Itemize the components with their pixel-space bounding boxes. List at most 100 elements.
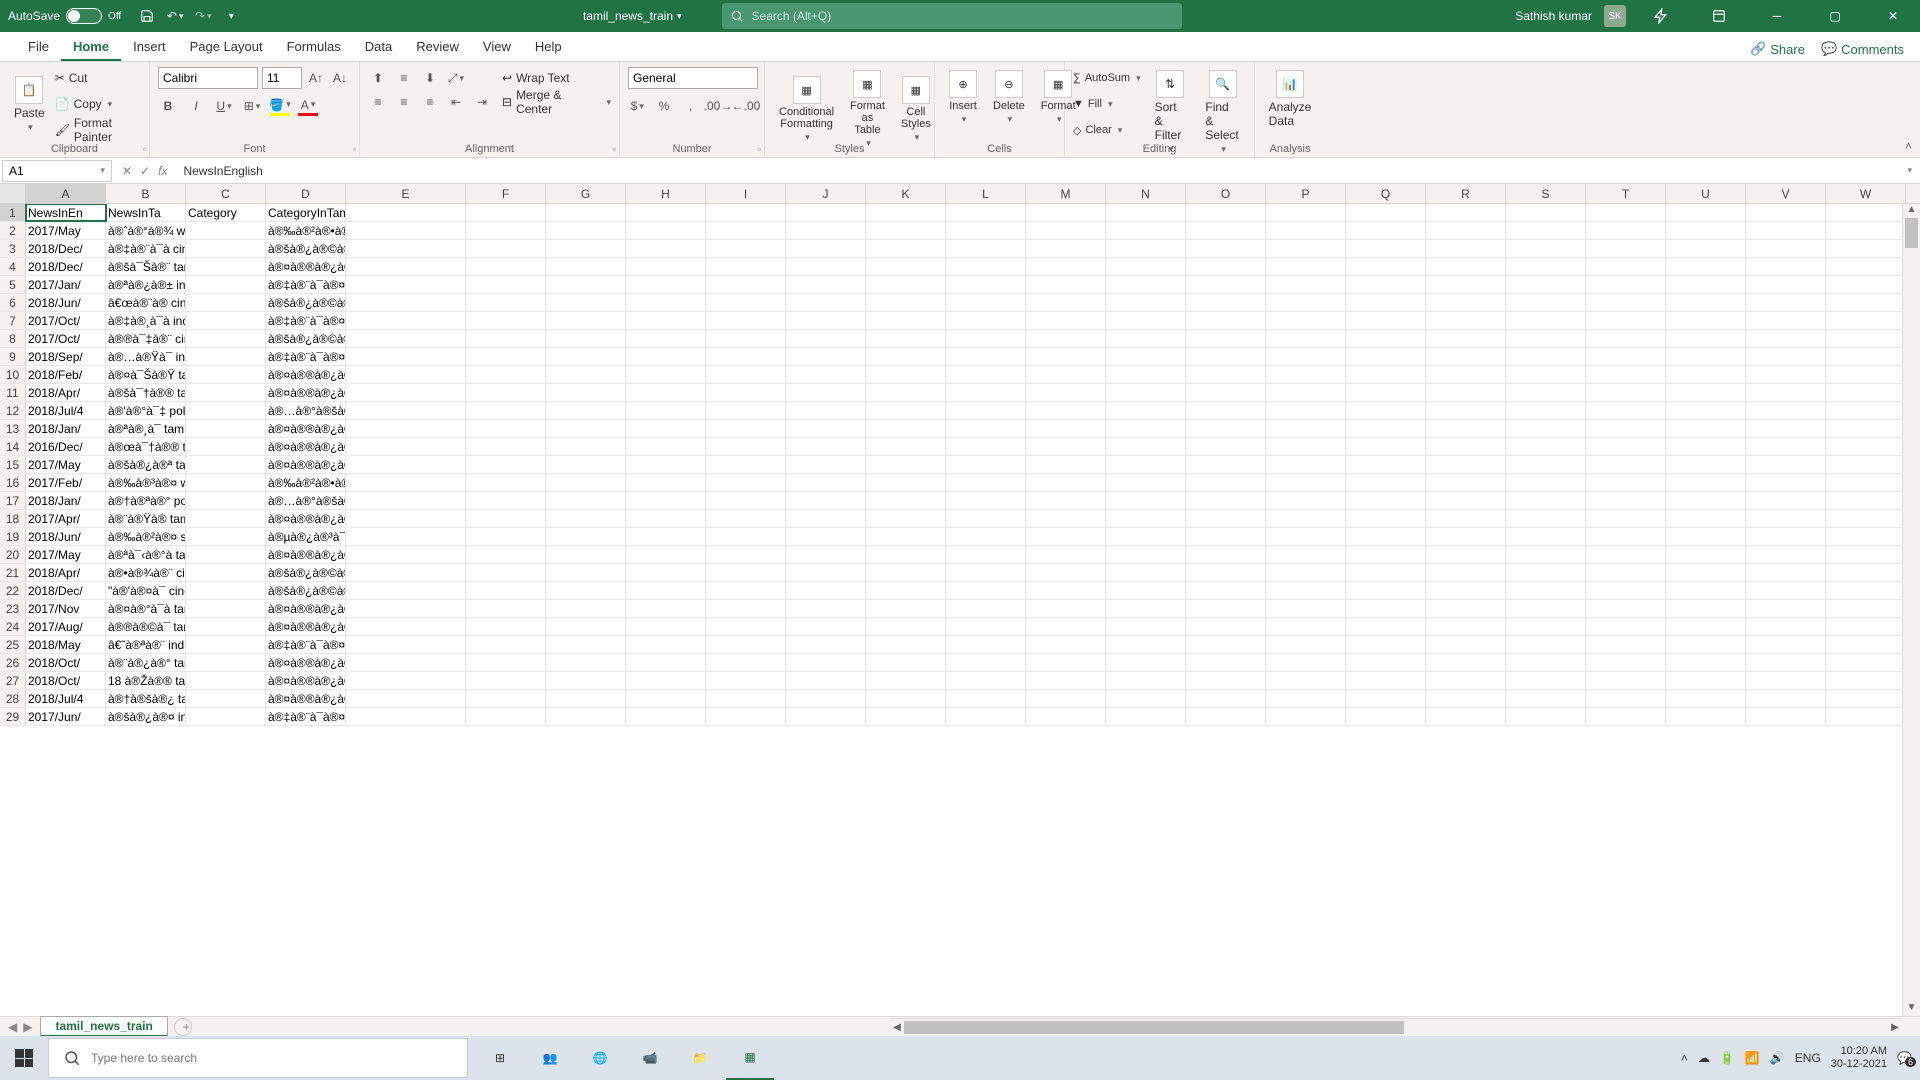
cell[interactable] — [1346, 294, 1426, 311]
cell[interactable] — [706, 546, 786, 563]
cell[interactable] — [186, 546, 266, 563]
cell[interactable] — [1666, 474, 1746, 491]
cell[interactable] — [1826, 204, 1906, 221]
enter-formula-icon[interactable]: ✓ — [140, 164, 150, 178]
row-header[interactable]: 3 — [0, 240, 26, 257]
cell[interactable] — [186, 276, 266, 293]
cell[interactable]: 2017/Apr/ — [26, 510, 106, 527]
column-header[interactable]: B — [106, 184, 186, 203]
cell[interactable] — [1266, 636, 1346, 653]
cell[interactable] — [186, 456, 266, 473]
cell[interactable] — [706, 582, 786, 599]
cell[interactable] — [1586, 258, 1666, 275]
cell[interactable] — [626, 510, 706, 527]
cell[interactable] — [1506, 492, 1586, 509]
cell[interactable] — [1026, 258, 1106, 275]
cell[interactable] — [786, 672, 866, 689]
cell[interactable] — [1746, 582, 1826, 599]
cell[interactable] — [546, 222, 626, 239]
cell[interactable] — [1746, 294, 1826, 311]
cell[interactable] — [1586, 420, 1666, 437]
percent-icon[interactable]: % — [655, 96, 674, 116]
cell[interactable] — [1266, 312, 1346, 329]
cell[interactable] — [346, 492, 466, 509]
cell[interactable]: 2017/May — [26, 546, 106, 563]
cell[interactable] — [1186, 204, 1266, 221]
cell[interactable] — [1026, 564, 1106, 581]
cell[interactable] — [1666, 348, 1746, 365]
cell[interactable] — [1266, 690, 1346, 707]
cell[interactable] — [1666, 438, 1746, 455]
cell[interactable] — [466, 474, 546, 491]
font-name-input[interactable] — [158, 67, 258, 89]
cell[interactable] — [466, 636, 546, 653]
cell[interactable]: 2018/Jan/ — [26, 420, 106, 437]
row-header[interactable]: 18 — [0, 510, 26, 527]
scroll-left-icon[interactable]: ◀ — [890, 1019, 904, 1036]
row-header[interactable]: 4 — [0, 258, 26, 275]
cell[interactable] — [546, 420, 626, 437]
ribbon-mode-icon[interactable] — [1696, 0, 1742, 32]
cell[interactable] — [1826, 564, 1906, 581]
cell[interactable]: à®‡à®¨à¯à®¤à®¿à®¯à®¾ — [266, 636, 346, 653]
cell[interactable] — [1346, 276, 1426, 293]
cell[interactable] — [786, 438, 866, 455]
cell[interactable] — [1826, 474, 1906, 491]
cell[interactable] — [546, 384, 626, 401]
cell[interactable] — [346, 204, 466, 221]
cell[interactable] — [1826, 330, 1906, 347]
cell[interactable] — [1266, 222, 1346, 239]
cell[interactable] — [706, 330, 786, 347]
cell[interactable] — [866, 636, 946, 653]
cell[interactable] — [786, 312, 866, 329]
cell[interactable]: 2018/Oct/ — [26, 654, 106, 671]
cell-styles-button[interactable]: ▦Cell Styles▾ — [895, 66, 937, 153]
cell[interactable]: 2016/Dec/ — [26, 438, 106, 455]
cell[interactable] — [1666, 312, 1746, 329]
increase-decimal-icon[interactable]: .00→ — [708, 96, 728, 116]
cell[interactable]: à®šà®¿à®ª tamilnadu — [106, 456, 186, 473]
cell[interactable] — [1186, 420, 1266, 437]
cell[interactable] — [546, 294, 626, 311]
formula-input[interactable]: NewsInEnglish — [175, 164, 1899, 178]
cell[interactable] — [706, 294, 786, 311]
cell[interactable] — [1186, 474, 1266, 491]
align-right-icon[interactable]: ≡ — [420, 92, 440, 112]
cell[interactable] — [1346, 456, 1426, 473]
cell[interactable] — [466, 312, 546, 329]
cell[interactable] — [546, 636, 626, 653]
cell[interactable] — [1106, 366, 1186, 383]
cell[interactable] — [866, 204, 946, 221]
horizontal-scrollbar[interactable]: ◀ ▶ — [890, 1018, 1902, 1036]
cell[interactable] — [1746, 276, 1826, 293]
cell[interactable] — [1666, 240, 1746, 257]
cell[interactable] — [1586, 384, 1666, 401]
cell[interactable]: 2018/Oct/ — [26, 672, 106, 689]
column-header[interactable]: Q — [1346, 184, 1426, 203]
cell[interactable] — [626, 546, 706, 563]
cell[interactable] — [346, 546, 466, 563]
cell[interactable]: à®ªà®¸à¯ tamilnadu — [106, 420, 186, 437]
cell[interactable] — [786, 564, 866, 581]
teams-icon[interactable]: 👥 — [526, 1036, 574, 1080]
cell[interactable] — [1026, 456, 1106, 473]
cell[interactable] — [1506, 366, 1586, 383]
cell[interactable] — [186, 582, 266, 599]
cell[interactable] — [1506, 294, 1586, 311]
start-button[interactable] — [0, 1036, 48, 1080]
sheet-prev-icon[interactable]: ◀ — [8, 1020, 17, 1034]
cell[interactable]: à®¤à®°à¯à tamilnadu — [106, 600, 186, 617]
cell[interactable] — [946, 492, 1026, 509]
cell[interactable] — [466, 276, 546, 293]
cell[interactable] — [1586, 492, 1666, 509]
cell[interactable] — [1666, 330, 1746, 347]
cell[interactable] — [466, 708, 546, 725]
cell[interactable] — [186, 312, 266, 329]
cell[interactable] — [1506, 474, 1586, 491]
cell[interactable] — [346, 348, 466, 365]
cell[interactable] — [1266, 708, 1346, 725]
cancel-formula-icon[interactable]: ✕ — [122, 164, 132, 178]
cell[interactable] — [866, 222, 946, 239]
cell[interactable] — [466, 546, 546, 563]
cell[interactable]: 2018/Jun/ — [26, 528, 106, 545]
